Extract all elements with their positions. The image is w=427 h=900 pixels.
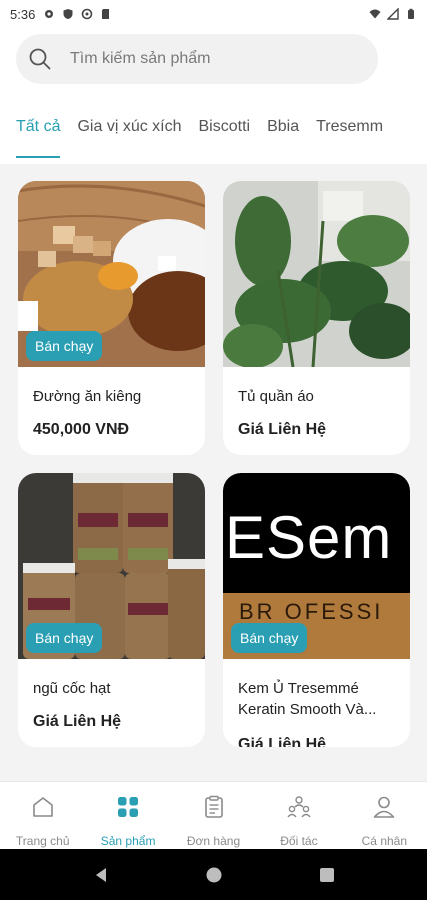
best-seller-badge: Bán chạy	[26, 623, 103, 653]
grid-icon	[118, 797, 139, 817]
nav-label: Đối tác	[280, 834, 318, 848]
best-seller-badge: Bán chạy	[231, 623, 308, 653]
product-card[interactable]: Bán chạy Đường ăn kiêng 450,000 VNĐ	[18, 181, 205, 455]
product-price: 450,000 VNĐ	[33, 421, 130, 438]
nav-profile[interactable]: Cá nhân	[342, 782, 427, 849]
product-image: ESem BR OFESSI Bán chạy	[223, 473, 410, 659]
nav-label: Trang chủ	[15, 834, 70, 848]
product-image	[223, 181, 410, 367]
product-card[interactable]: Tủ quần áo Giá Liên Hệ	[223, 181, 410, 455]
nav-home[interactable]: Trang chủ	[0, 782, 85, 849]
sync-icon	[82, 8, 93, 20]
back-icon[interactable]	[92, 866, 110, 884]
signal-icon	[387, 8, 399, 20]
settings-icon	[45, 10, 54, 18]
status-time: 5:36	[10, 6, 36, 22]
tab-bbia[interactable]: Bbia	[267, 118, 299, 158]
product-price: Giá Liên Hệ	[33, 713, 122, 730]
product-name: Đường ăn kiêng	[33, 388, 142, 405]
system-navigation-bar	[0, 849, 427, 900]
clipboard-icon	[204, 795, 223, 818]
home-icon	[32, 797, 53, 817]
product-image-subtext: BR OFESSI	[239, 599, 384, 624]
search-icon	[29, 48, 51, 70]
product-name: Tủ quần áo	[238, 388, 314, 405]
partners-icon	[287, 796, 311, 818]
product-name: ngũ cốc hạt	[33, 680, 111, 697]
status-bar: 5:36	[0, 0, 427, 28]
wifi-icon	[369, 9, 381, 19]
product-grid: Bán chạy Đường ăn kiêng 450,000 VNĐ Tủ q…	[18, 181, 410, 747]
nav-products[interactable]: Sản phẩm	[85, 782, 170, 849]
nav-orders[interactable]: Đơn hàng	[171, 782, 256, 849]
battery-icon	[408, 8, 414, 19]
bottom-navigation: Trang chủ Sản phẩm Đơn hàng Đối tác Cá n…	[0, 781, 427, 849]
tab-biscotti[interactable]: Biscotti	[199, 118, 251, 158]
home-circle-icon[interactable]	[205, 866, 223, 884]
search-input[interactable]	[70, 50, 330, 68]
best-seller-badge: Bán chạy	[26, 331, 103, 361]
search-bar[interactable]	[16, 34, 378, 84]
recents-icon[interactable]	[318, 866, 336, 884]
header: Tất cả Gia vị xúc xích Biscotti Bbia Tre…	[0, 28, 427, 164]
product-card[interactable]: ESem BR OFESSI Bán chạy Kem Ủ Tresemmé K…	[223, 473, 410, 747]
nav-partners[interactable]: Đối tác	[256, 782, 341, 849]
product-image-text: ESem	[225, 504, 393, 571]
tab-gia-vi-xuc-xich[interactable]: Gia vị xúc xích	[77, 118, 181, 158]
shield-icon	[63, 9, 73, 19]
product-price: Giá Liên Hệ	[238, 421, 327, 438]
product-image: Bán chạy	[18, 473, 205, 659]
product-price: Giá Liên Hệ	[238, 736, 327, 747]
nav-label: Đơn hàng	[186, 834, 241, 848]
category-tabs: Tất cả Gia vị xúc xích Biscotti Bbia Tre…	[16, 118, 383, 158]
tab-all[interactable]: Tất cả	[16, 118, 61, 158]
product-image: Bán chạy	[18, 181, 205, 367]
product-card[interactable]: Bán chạy ngũ cốc hạt Giá Liên Hệ	[18, 473, 205, 747]
nav-label: Cá nhân	[361, 834, 408, 848]
user-icon	[374, 796, 395, 818]
sd-card-icon	[102, 9, 110, 19]
tab-tresemm[interactable]: Tresemm	[316, 118, 383, 158]
nav-label: Sản phẩm	[100, 834, 156, 848]
product-name: Kem Ủ Tresemmé Keratin Smooth Và...	[238, 680, 377, 718]
